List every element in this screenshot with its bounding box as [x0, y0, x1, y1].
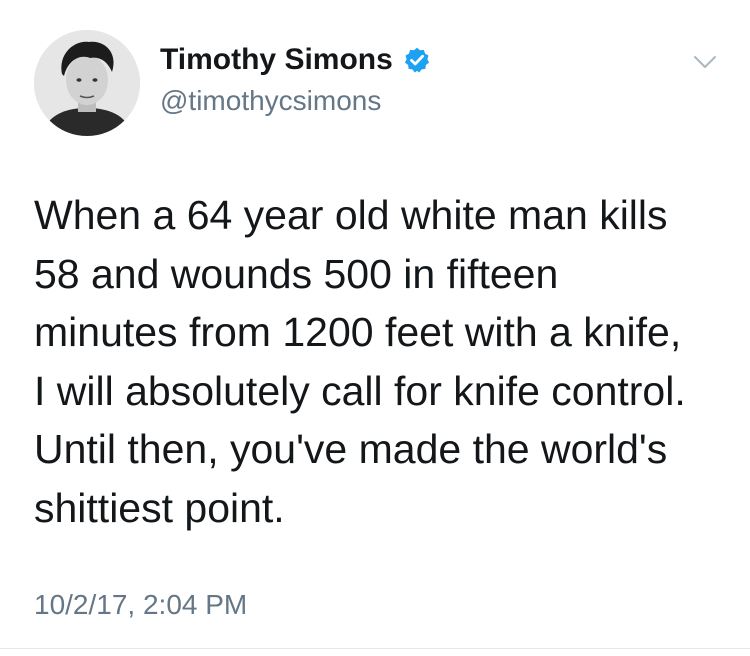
- tweet-text-line: shittiest point.: [34, 484, 285, 531]
- tweet-text-line: minutes from 1200 feet with a knife,: [34, 309, 682, 355]
- tweet-text-line: I will absolutely call for knife control…: [34, 367, 686, 414]
- display-name[interactable]: Timothy Simons: [160, 42, 393, 78]
- avatar[interactable]: [34, 30, 140, 136]
- user-handle[interactable]: @timothycsimons: [160, 84, 381, 118]
- tweet-text-line: Until then, you've made the world's: [34, 426, 668, 472]
- divider: [0, 648, 750, 649]
- author-name-row[interactable]: Timothy Simons: [160, 42, 431, 78]
- tweet-text-line: When a 64 year old white man kills: [34, 192, 668, 238]
- tweet-text-line: 58 and wounds 500 in fifteen: [34, 250, 559, 297]
- verified-badge-icon: [403, 46, 431, 74]
- tweet-text: When a 64 year old white man kills 58 an…: [34, 186, 734, 537]
- tweet-timestamp[interactable]: 10/2/17, 2:04 PM: [34, 588, 247, 622]
- avatar-photo-icon: [34, 30, 140, 136]
- chevron-down-icon[interactable]: [690, 50, 720, 74]
